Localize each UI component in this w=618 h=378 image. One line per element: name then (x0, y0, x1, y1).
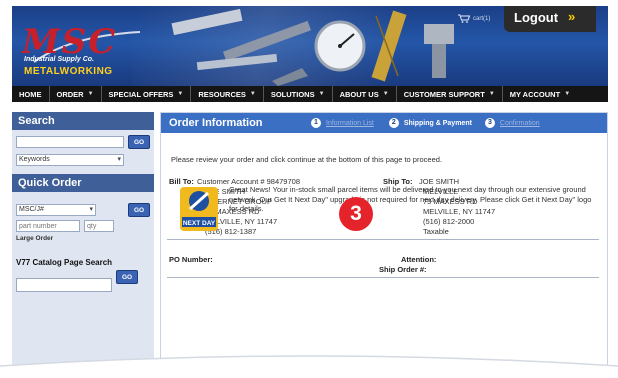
nav-home[interactable]: HOME (12, 86, 50, 102)
nav-special-offers[interactable]: SPECIAL OFFERS ▼ (102, 86, 192, 102)
nav-resources[interactable]: RESOURCES ▼ (191, 86, 264, 102)
callout-badge: 3 (339, 197, 373, 231)
step-3-number: 3 (484, 118, 495, 128)
ship-order-label: Ship Order #: (379, 265, 427, 274)
ship-to-line: (516) 812-2000 (423, 217, 475, 226)
search-input[interactable] (16, 136, 124, 148)
dropdown-arrow-icon: ▼ (87, 91, 94, 97)
nav-customer-support[interactable]: CUSTOMER SUPPORT ▼ (397, 86, 503, 102)
quick-order-go-button[interactable]: GO (128, 203, 150, 217)
nav-solutions[interactable]: SOLUTIONS ▼ (264, 86, 333, 102)
nav-my-account[interactable]: MY ACCOUNT ▼ (503, 86, 577, 102)
svg-text:NEXT DAY: NEXT DAY (183, 220, 216, 227)
checkout-steps: 1 Information List 2 Shipping & Payment … (311, 118, 540, 128)
nav-about-us[interactable]: ABOUT US ▼ (333, 86, 397, 102)
step-2-number: 2 (388, 118, 399, 128)
logout-button[interactable]: Logout (514, 10, 558, 25)
search-type-select[interactable]: Keywords ▾ (16, 154, 124, 166)
cart-icon (458, 14, 470, 23)
double-chevron-right-icon: » (568, 9, 576, 24)
quick-order-title: Quick Order (12, 174, 154, 192)
sidebar: Search GO Keywords ▾ Quick Order MSC/J# … (12, 112, 154, 378)
po-number-label: PO Number: (169, 255, 213, 264)
order-information-panel: Order Information 1 Information List 2 S… (160, 112, 608, 378)
part-number-field[interactable] (16, 220, 80, 232)
logo-subtitle: Industrial Supply Co. (24, 56, 95, 63)
cart-label: cart(1) (473, 15, 491, 22)
dropdown-arrow-icon: ▼ (318, 91, 325, 97)
cart-link[interactable]: cart(1) (458, 14, 490, 23)
chevron-down-icon: ▾ (117, 156, 121, 163)
logo-brand: METALWORKING (24, 66, 113, 77)
quantity-field[interactable] (84, 220, 114, 232)
dropdown-arrow-icon: ▼ (564, 91, 571, 97)
ship-to-line: Taxable (423, 227, 449, 236)
dropdown-arrow-icon: ▼ (177, 91, 184, 97)
divider (167, 277, 599, 278)
catalog-page-input[interactable] (16, 278, 112, 292)
nav-order[interactable]: ORDER ▼ (50, 86, 102, 102)
step-1-number: 1 (311, 118, 321, 128)
tools-banner-image (171, 8, 454, 86)
catalog-go-button[interactable]: GO (116, 270, 138, 284)
dropdown-arrow-icon: ▼ (488, 91, 495, 97)
step-1-link[interactable]: Information List (326, 120, 374, 127)
divider (167, 239, 599, 240)
quick-order-type-value: MSC/J# (19, 206, 44, 213)
step-2-label: Shipping & Payment (403, 119, 472, 127)
search-go-button[interactable]: GO (128, 135, 150, 149)
panel-footer-bar (161, 369, 607, 377)
catalog-page-search-label: V77 Catalog Page Search (16, 258, 113, 267)
get-it-next-day-logo[interactable]: NEXT DAY (178, 183, 220, 235)
dropdown-arrow-icon: ▼ (249, 91, 256, 97)
page-title: Order Information (169, 117, 263, 129)
search-type-value: Keywords (19, 156, 50, 163)
intro-text: Please review your order and click conti… (171, 155, 442, 164)
next-day-message: Great News! Your in-stock small parcel i… (229, 185, 592, 213)
main-nav: HOME ORDER ▼ SPECIAL OFFERS ▼ RESOURCES ▼ S… (12, 86, 608, 102)
chevron-down-icon: ▾ (89, 206, 93, 213)
large-order-link[interactable]: Large Order (16, 235, 53, 242)
dropdown-arrow-icon: ▼ (382, 91, 389, 97)
step-3-link[interactable]: Confirmation (500, 120, 540, 127)
search-title: Search (12, 112, 154, 130)
attention-label: Attention: (401, 255, 437, 264)
quick-order-type-select[interactable]: MSC/J# ▾ (16, 204, 96, 216)
